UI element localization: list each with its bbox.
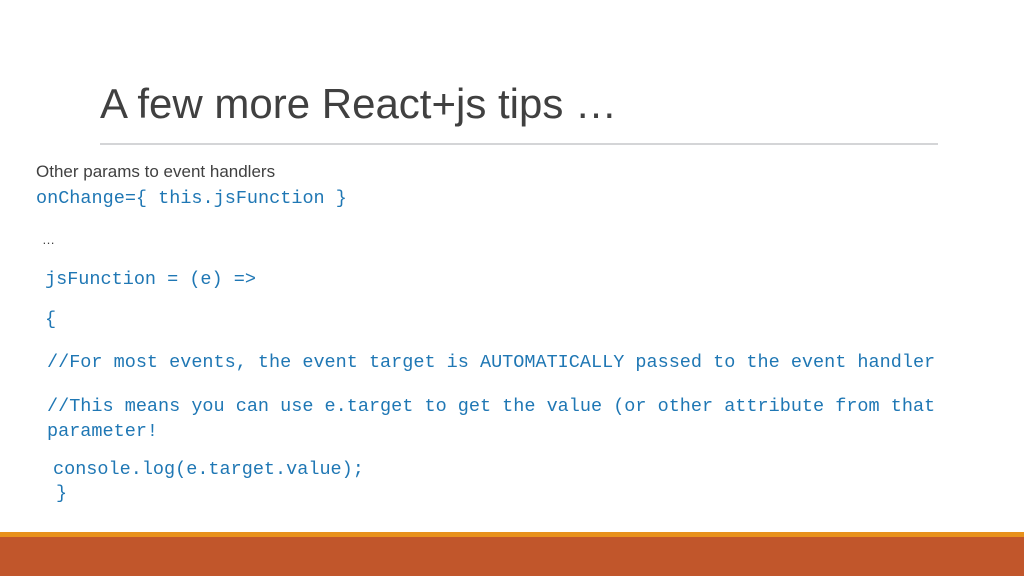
- code-line-close-brace: }: [56, 483, 68, 504]
- code-line-onchange: onChange={ this.jsFunction }: [36, 188, 347, 209]
- body-heading: Other params to event handlers: [36, 162, 276, 181]
- code-line-jsfunction-signature: jsFunction = (e) =>: [45, 269, 256, 290]
- slide-canvas: A few more React+js tips … Other params …: [0, 0, 1024, 576]
- code-line-console-log: console.log(e.target.value);: [53, 459, 364, 480]
- slide-title-block: A few more React+js tips …: [100, 78, 940, 130]
- footer-band: [0, 537, 1024, 576]
- slide-body-block: Other params to event handlers onChange=…: [36, 160, 996, 506]
- code-line-ellipsis: …: [42, 232, 55, 247]
- page-title: A few more React+js tips …: [100, 80, 618, 127]
- title-underline-divider: [100, 143, 938, 145]
- code-comment-event-target-auto: //For most events, the event target is A…: [47, 352, 936, 373]
- code-comment-e-target-value: //This means you can use e.target to get…: [47, 396, 936, 442]
- code-line-open-brace: {: [45, 309, 57, 330]
